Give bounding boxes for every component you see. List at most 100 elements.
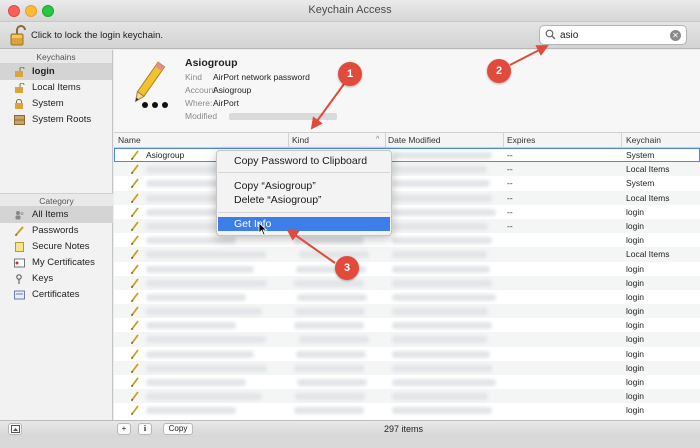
column-header-keychain[interactable]: Keychain: [626, 135, 661, 145]
sidebar-item-login[interactable]: login: [0, 64, 112, 80]
sort-ascending-icon: ^: [376, 136, 380, 143]
blurred-date-modified: [392, 308, 488, 316]
sidebar-item-certificates[interactable]: Certificates: [0, 287, 113, 303]
password-pencil-icon: [131, 405, 139, 416]
blurred-name: [146, 265, 254, 273]
people-icon: [15, 211, 24, 220]
table-row[interactable]: -- Local Items: [114, 190, 700, 205]
step-1-marker: 1: [338, 62, 362, 86]
sidebar-item-system-roots[interactable]: System Roots: [0, 112, 112, 128]
sidebar-item-label: System: [32, 98, 64, 109]
sidebar-item-passwords[interactable]: Passwords: [0, 223, 113, 239]
sidebar-item-secure-notes[interactable]: Secure Notes: [0, 239, 113, 255]
menu-item-copy-item[interactable]: Copy “Asiogroup”: [218, 179, 390, 193]
table-row[interactable]: login: [114, 290, 700, 304]
row-keychain: System: [626, 178, 655, 189]
note-icon: [15, 242, 24, 252]
add-item-button[interactable]: +: [117, 423, 131, 435]
blurred-kind: [294, 407, 364, 415]
unlocked-padlock-icon[interactable]: [10, 25, 26, 48]
blurred-date-modified: [392, 279, 492, 287]
blurred-date-modified: [392, 152, 492, 159]
search-field[interactable]: asio ✕: [539, 25, 687, 45]
column-divider[interactable]: [621, 133, 622, 148]
password-pencil-icon: [131, 150, 139, 160]
sidebar-item-label: Passwords: [32, 225, 79, 236]
search-input[interactable]: asio: [560, 30, 578, 41]
table-row[interactable]: -- Local Items: [114, 162, 700, 177]
table-row[interactable]: login: [114, 403, 700, 417]
sidebar-item-keys[interactable]: Keys: [0, 271, 113, 287]
kind-label: Kind: [185, 72, 203, 82]
table-row[interactable]: login: [114, 347, 700, 361]
password-pencil-icon: [131, 306, 139, 316]
password-pencil-icon: [131, 391, 139, 401]
table-row[interactable]: login: [114, 360, 700, 375]
item-count: 297 items: [384, 424, 424, 434]
password-pencil-icon: [124, 58, 170, 114]
blurred-kind: [299, 251, 369, 259]
row-keychain: login: [626, 320, 644, 331]
table-row[interactable]: -- System: [114, 176, 700, 190]
column-divider[interactable]: [288, 133, 289, 148]
column-header-date-modified[interactable]: Date Modified: [388, 135, 440, 145]
blurred-date-modified: [392, 350, 490, 358]
table-row[interactable]: Local Items: [114, 247, 700, 262]
detail-modified-row: Modified: [185, 111, 337, 121]
info-button[interactable]: i: [138, 423, 152, 435]
password-pencil-icon: [131, 278, 139, 288]
table-row[interactable]: login: [114, 275, 700, 290]
sidebar-item-my-certificates[interactable]: My Certificates: [0, 255, 113, 271]
table-row[interactable]: login: [114, 304, 700, 319]
table-row[interactable]: -- login: [114, 205, 700, 219]
table-row[interactable]: login: [114, 332, 700, 347]
row-keychain: login: [626, 235, 644, 246]
menu-separator: [218, 212, 390, 213]
blurred-date-modified: [392, 208, 496, 216]
password-pencil-icon: [131, 193, 139, 203]
column-divider[interactable]: [385, 133, 386, 148]
column-header-expires[interactable]: Expires: [507, 135, 535, 145]
category-header: Category: [0, 193, 113, 207]
column-divider[interactable]: [503, 133, 504, 148]
toggle-sidebar-button[interactable]: [8, 423, 22, 435]
row-keychain: login: [626, 306, 644, 317]
clear-search-icon[interactable]: ✕: [670, 30, 681, 41]
table-row[interactable]: login: [114, 233, 700, 247]
password-pencil-icon: [131, 377, 139, 387]
table-row[interactable]: Asiogroup -- System: [114, 148, 700, 163]
menu-item-copy-password[interactable]: Copy Password to Clipboard: [218, 154, 390, 168]
items-table: Name Kind ^ Date Modified Expires Keycha…: [114, 133, 700, 420]
table-row[interactable]: login: [114, 375, 700, 389]
blurred-date-modified: [392, 379, 496, 386]
search-icon: [545, 29, 556, 42]
sidebar-item-local-items[interactable]: Local Items: [0, 80, 112, 96]
menu-item-delete-item[interactable]: Delete “Asiogroup”: [218, 193, 390, 207]
table-row[interactable]: login: [114, 262, 700, 276]
password-pencil-icon: [131, 320, 139, 331]
sidebar-item-label: Secure Notes: [32, 241, 90, 252]
sidebar-item-system[interactable]: System: [0, 96, 112, 112]
category-section: Category All Items Passwords Secure Note…: [0, 193, 113, 303]
password-pencil-icon: [131, 263, 139, 274]
table-row[interactable]: login: [114, 389, 700, 404]
column-header-name[interactable]: Name: [118, 135, 141, 145]
lock-keychain-label[interactable]: Click to lock the login keychain.: [31, 30, 163, 41]
table-row[interactable]: login: [114, 318, 700, 332]
sidebar-item-all-items[interactable]: All Items: [0, 207, 113, 223]
copy-button[interactable]: Copy: [163, 423, 193, 435]
column-header-kind[interactable]: Kind: [292, 135, 309, 145]
blurred-date-modified: [392, 336, 487, 344]
menu-item-get-info[interactable]: Get Info: [218, 217, 390, 231]
blurred-date-modified: [392, 407, 492, 415]
table-row[interactable]: -- login: [114, 218, 700, 234]
blurred-name: [146, 322, 236, 330]
blurred-kind: [294, 279, 364, 287]
blurred-name: [146, 251, 266, 259]
bottom-bar: + i Copy 297 items: [0, 420, 700, 437]
item-detail-panel: Asiogroup Kind AirPort network password A…: [114, 50, 700, 133]
row-expires: --: [507, 220, 513, 231]
row-keychain: login: [626, 206, 644, 217]
sidebar-item-label: login: [32, 66, 55, 77]
toolbar: Click to lock the login keychain. asio ✕: [0, 22, 700, 49]
